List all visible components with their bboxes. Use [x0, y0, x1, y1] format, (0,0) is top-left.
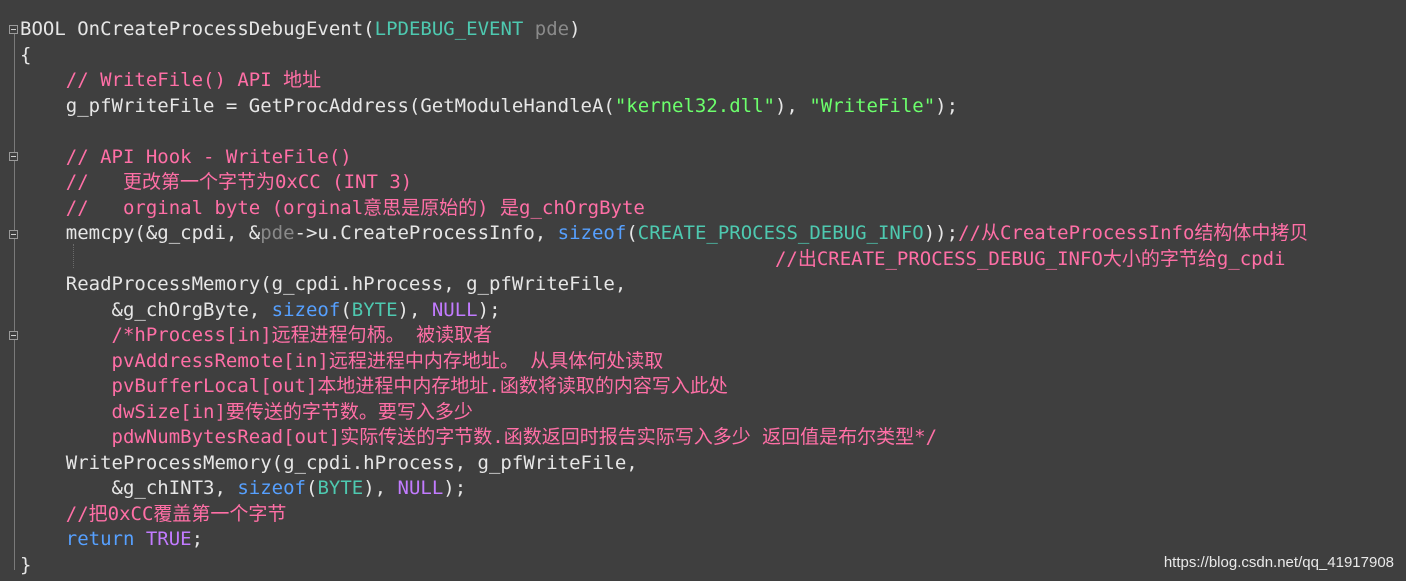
code-token: sizeof	[271, 298, 341, 321]
code-token: (	[305, 477, 318, 499]
code-line[interactable]: //出CREATE_PROCESS_DEBUG_INFO大小的字节给g_cpdi	[20, 247, 1406, 273]
code-line[interactable]: BOOL OnCreateProcessDebugEvent(LPDEBUG_E…	[20, 17, 1406, 43]
code-line[interactable]: g_pfWriteFile = GetProcAddress(GetModule…	[20, 94, 1406, 120]
code-token: ),	[397, 298, 432, 321]
code-line[interactable]: &g_chINT3, sizeof(BYTE), NULL);	[20, 476, 1406, 502]
code-token: sizeof	[557, 222, 627, 244]
code-line[interactable]: {	[20, 43, 1406, 69]
fold-collapse-icon[interactable]	[9, 152, 18, 161]
code-token: sizeof	[237, 477, 306, 499]
watermark-url: https://blog.csdn.net/qq_41917908	[1163, 554, 1394, 571]
code-token: //出CREATE_PROCESS_DEBUG_INFO大小的字节给g_cpdi	[20, 247, 1286, 270]
fold-collapse-icon[interactable]	[9, 230, 18, 239]
code-token: BYTE	[317, 477, 364, 499]
code-token: dwSize[in]要传送的字节数。要写入多少	[20, 400, 473, 423]
code-token: OnCreateProcessDebugEvent(	[77, 18, 375, 40]
code-token: ->u.CreateProcessInfo,	[294, 222, 558, 244]
code-line[interactable]	[20, 119, 1406, 145]
code-token: ;	[191, 528, 204, 550]
code-token: // 更改第一个字节为0xCC (INT 3)	[20, 171, 413, 193]
code-line[interactable]: dwSize[in]要传送的字节数。要写入多少	[20, 400, 1406, 426]
code-line[interactable]: //把0xCC覆盖第一个字节	[20, 502, 1406, 528]
code-token: TRUE	[145, 528, 192, 550]
code-token: memcpy(&g_cpdi, &	[20, 222, 261, 244]
code-token: }	[20, 553, 32, 576]
code-token: "WriteFile"	[809, 94, 936, 117]
code-token: pde	[534, 18, 570, 40]
code-token: (	[626, 222, 638, 244]
code-token: &g_chOrgByte,	[20, 298, 272, 321]
code-token: &g_chINT3,	[20, 477, 238, 499]
code-line[interactable]: // orginal byte (orginal意思是原始的) 是g_chOrg…	[20, 196, 1406, 222]
code-token: NULL	[431, 298, 478, 321]
code-token: // orginal byte (orginal意思是原始的) 是g_chOrg…	[20, 196, 645, 219]
fold-collapse-icon[interactable]	[9, 331, 18, 340]
code-line[interactable]: &g_chOrgByte, sizeof(BYTE), NULL);	[20, 298, 1406, 324]
code-token: ),	[363, 477, 398, 499]
code-token: )	[569, 18, 581, 40]
code-lines[interactable]: BOOL OnCreateProcessDebugEvent(LPDEBUG_E…	[20, 17, 1406, 578]
code-line[interactable]: // API Hook - WriteFile()	[20, 145, 1406, 171]
code-token: LPDEBUG_EVENT	[374, 18, 524, 40]
code-token: //把0xCC覆盖第一个字节	[20, 502, 287, 525]
code-line[interactable]: /*hProcess[in]远程进程句柄。 被读取者	[20, 323, 1406, 349]
code-editor[interactable]: BOOL OnCreateProcessDebugEvent(LPDEBUG_E…	[0, 0, 1406, 581]
code-token: );	[477, 298, 501, 321]
fold-guide-line	[14, 34, 15, 570]
code-token: ReadProcessMemory(g_cpdi.hProcess, g_pfW…	[20, 273, 627, 295]
code-token: pdwNumBytesRead[out]实际传送的字节数.函数返回时报告实际写入…	[20, 426, 938, 448]
code-token: pvBufferLocal[out]本地进程中内存地址.函数将读取的内容写入此处	[20, 375, 728, 397]
code-line[interactable]: // 更改第一个字节为0xCC (INT 3)	[20, 170, 1406, 196]
code-line[interactable]: return TRUE;	[20, 527, 1406, 553]
code-token: // WriteFile() API 地址	[20, 69, 322, 91]
code-token: pvAddressRemote[in]远程进程中内存地址。 从具体何处读取	[20, 349, 664, 372]
code-token: CREATE_PROCESS_DEBUG_INFO	[637, 222, 924, 244]
code-token: /*hProcess[in]远程进程句柄。 被读取者	[20, 324, 493, 346]
code-line[interactable]: // WriteFile() API 地址	[20, 68, 1406, 94]
code-line[interactable]: memcpy(&g_cpdi, &pde->u.CreateProcessInf…	[20, 221, 1406, 247]
code-token: WriteProcessMemory(g_cpdi.hProcess, g_pf…	[20, 451, 638, 474]
code-token: NULL	[397, 477, 444, 499]
code-token: (	[340, 298, 352, 321]
code-token: );	[443, 477, 467, 499]
code-line[interactable]: ReadProcessMemory(g_cpdi.hProcess, g_pfW…	[20, 272, 1406, 298]
code-token: ),	[774, 94, 810, 117]
code-token: return	[65, 528, 135, 550]
code-token: g_pfWriteFile = GetProcAddress(GetModule…	[20, 94, 615, 117]
code-token: ));	[923, 222, 959, 244]
code-token: pde	[260, 222, 295, 244]
code-token: //从CreateProcessInfo结构体中拷贝	[958, 222, 1309, 244]
code-token: {	[20, 43, 32, 66]
fold-collapse-icon[interactable]	[9, 25, 18, 34]
code-token: );	[935, 94, 959, 117]
code-token: "kernel32.dll"	[614, 94, 775, 117]
code-token: BOOL	[20, 18, 78, 40]
code-line[interactable]: pvAddressRemote[in]远程进程中内存地址。 从具体何处读取	[20, 349, 1406, 375]
code-line[interactable]: pvBufferLocal[out]本地进程中内存地址.函数将读取的内容写入此处	[20, 374, 1406, 400]
code-line[interactable]: pdwNumBytesRead[out]实际传送的字节数.函数返回时报告实际写入…	[20, 425, 1406, 451]
code-line[interactable]: WriteProcessMemory(g_cpdi.hProcess, g_pf…	[20, 451, 1406, 477]
code-token: BYTE	[351, 298, 398, 321]
code-token: // API Hook - WriteFile()	[20, 145, 352, 168]
